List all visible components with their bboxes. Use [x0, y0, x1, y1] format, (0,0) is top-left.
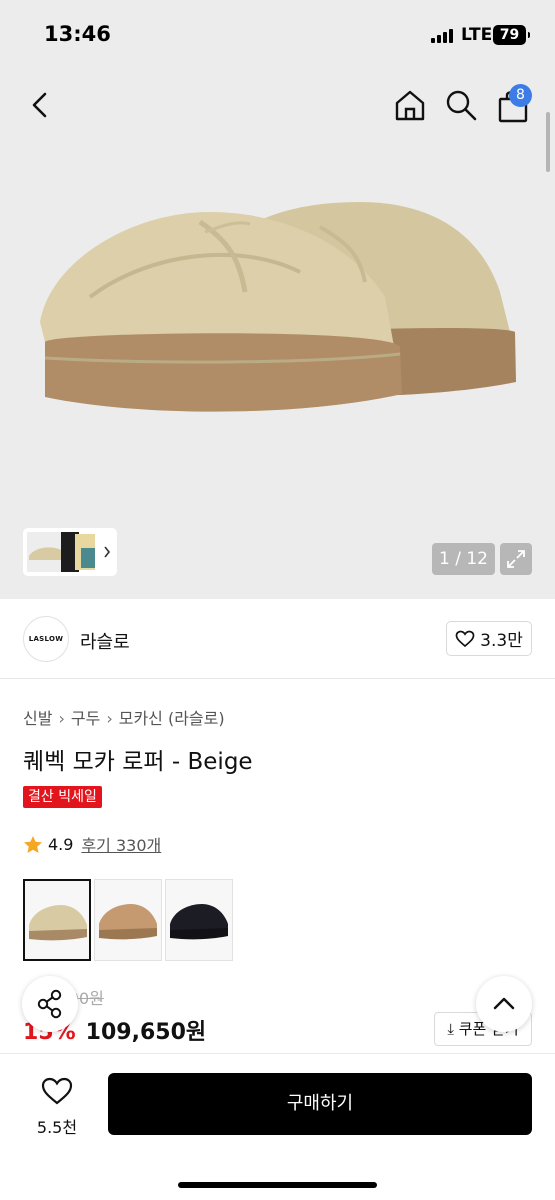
- image-counter: 1 / 12: [432, 543, 495, 575]
- back-icon[interactable]: [26, 90, 54, 120]
- chevron-up-icon: [493, 997, 515, 1010]
- breadcrumb: 신발 › 구두 › 모카신 (라슬로): [23, 705, 225, 729]
- breadcrumb-item[interactable]: 구두: [71, 709, 100, 728]
- breadcrumb-item[interactable]: 신발: [23, 709, 52, 728]
- color-variants: [23, 879, 233, 961]
- product-gallery[interactable]: 8 1 / 12: [0, 72, 555, 599]
- thumbnail-strip[interactable]: [23, 528, 117, 576]
- chevron-right-icon: ›: [58, 709, 65, 728]
- bottom-bar: 5.5천 구매하기: [0, 1053, 555, 1200]
- battery-icon: 79: [493, 25, 530, 45]
- product-title: 퀘벡 모카 로퍼 - Beige: [23, 749, 253, 775]
- variant-black[interactable]: [165, 879, 233, 961]
- variant-brown[interactable]: [94, 879, 162, 961]
- buy-button[interactable]: 구매하기: [108, 1073, 532, 1135]
- product-image: [40, 202, 516, 412]
- network-label: LTE: [461, 25, 493, 45]
- wishlist-button[interactable]: 5.5천: [22, 1074, 92, 1138]
- wishlist-count: 5.5천: [36, 1118, 78, 1137]
- rating-row: 4.9 후기 330개: [23, 832, 161, 856]
- brand-row[interactable]: LASLOW 라슬로 3.3만: [0, 599, 555, 679]
- heart-icon: [455, 630, 475, 647]
- review-link[interactable]: 후기 330개: [81, 832, 161, 856]
- rating-score: 4.9: [48, 834, 74, 854]
- brand-name[interactable]: 라슬로: [80, 628, 130, 654]
- share-icon: [37, 989, 62, 1019]
- expand-button[interactable]: [500, 543, 532, 575]
- variant-image: [29, 905, 87, 941]
- sale-price: 109,650원: [85, 1020, 207, 1045]
- variant-image: [99, 904, 157, 940]
- home-indicator: [178, 1182, 377, 1188]
- search-icon[interactable]: [444, 88, 478, 122]
- brand-like-button[interactable]: 3.3만: [446, 621, 532, 656]
- variant-beige[interactable]: [23, 879, 91, 961]
- brand-logo[interactable]: LASLOW: [23, 616, 69, 662]
- status-time: 13:46: [44, 22, 111, 46]
- brand-like-count: 3.3만: [480, 631, 523, 651]
- sale-badge: 결산 빅세일: [23, 786, 102, 808]
- home-icon[interactable]: [393, 88, 427, 122]
- breadcrumb-item[interactable]: 모카신 (라슬로): [119, 709, 225, 728]
- scrollbar[interactable]: [546, 112, 550, 172]
- chevron-right-icon: ›: [106, 709, 113, 728]
- status-bar: 13:46 LTE 79: [0, 0, 555, 72]
- heart-icon: [41, 1077, 73, 1105]
- cart-count-badge: 8: [509, 84, 532, 107]
- variant-image: [170, 904, 228, 940]
- scroll-top-button[interactable]: [476, 976, 532, 1032]
- expand-icon: [507, 550, 525, 568]
- thumbnail-preview: [27, 532, 111, 572]
- share-button[interactable]: [22, 976, 78, 1032]
- star-icon: [24, 835, 42, 853]
- signal-icon: [431, 29, 455, 43]
